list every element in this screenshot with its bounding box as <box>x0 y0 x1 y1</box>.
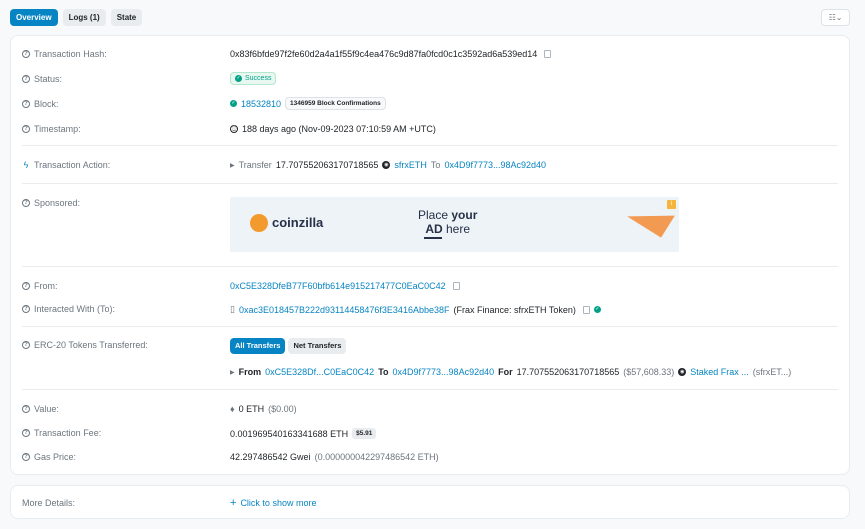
action-token-link[interactable]: sfrxETH <box>394 160 427 170</box>
transaction-hash-value: 0x83f6bfde97f2fe60d2a4a1f55f9c4ea476c9d8… <box>230 49 538 59</box>
label-transaction-hash: Transaction Hash: <box>34 49 107 59</box>
caret-right-icon: ▶ <box>230 369 235 376</box>
transfer-token-link[interactable]: Staked Frax ... <box>690 367 749 377</box>
token-logo-icon: ◉ <box>678 368 687 376</box>
help-icon[interactable]: ? <box>22 341 30 349</box>
check-circle-icon: ✓ <box>235 75 242 82</box>
show-more-text[interactable]: Click to show more <box>240 498 316 508</box>
help-icon[interactable]: ? <box>22 100 30 108</box>
action-to-address-link[interactable]: 0x4D9f7773...98Ac92d40 <box>444 160 546 170</box>
tab-state[interactable]: State <box>110 9 143 26</box>
all-transfers-tab[interactable]: All Transfers <box>230 338 286 354</box>
help-icon[interactable]: ? <box>22 199 30 207</box>
label-erc20-transfers: ERC-20 Tokens Transferred: <box>34 340 148 350</box>
divider <box>22 183 838 184</box>
caret-right-icon: ▶ <box>230 162 235 169</box>
fee-value: 0.001969540163341688 ETH <box>230 428 349 439</box>
divider <box>22 389 838 390</box>
tab-logs[interactable]: Logs (1) <box>62 9 106 26</box>
label-value: Value: <box>34 404 59 414</box>
verified-check-icon: ✓ <box>593 306 601 313</box>
transfer-usd-value: ($57,608.33) <box>623 367 675 377</box>
action-type: Transfer <box>238 160 272 170</box>
gas-price-eth: (0.000000042297486542 ETH) <box>314 452 439 462</box>
label-more-details: More Details: <box>22 498 76 508</box>
help-icon[interactable]: ? <box>22 405 30 413</box>
divider <box>22 326 838 327</box>
transfer-to-address-link[interactable]: 0x4D9f7773...98Ac92d40 <box>393 367 495 377</box>
copy-icon[interactable] <box>544 50 552 58</box>
status-value: Success <box>245 75 272 82</box>
transfer-for-word: For <box>498 367 513 377</box>
list-view-icon: ☷⌄ <box>828 13 843 22</box>
help-icon[interactable]: ? <box>22 453 30 461</box>
status-badge: ✓ Success <box>230 72 277 85</box>
gas-price-value: 42.297486542 Gwei <box>230 452 311 462</box>
transaction-overview-card: ? Transaction Hash: 0x83f6bfde97f2fe60d2a… <box>10 35 850 475</box>
from-address-link[interactable]: 0xC5E328DfeB77F60bfb614e915217477C0EaC0C… <box>230 281 446 291</box>
help-icon[interactable]: ? <box>22 305 30 313</box>
label-transaction-action: Transaction Action: <box>34 160 111 170</box>
label-from: From: <box>34 281 58 291</box>
ad-info-icon[interactable]: i <box>667 200 676 209</box>
action-amount: 17.707552063170718565 <box>275 160 379 170</box>
confirmations-badge: 1346959 Block Confirmations <box>285 97 386 110</box>
copy-icon[interactable] <box>582 305 590 314</box>
label-timestamp: Timestamp: <box>34 124 81 134</box>
help-icon[interactable]: ? <box>22 50 30 58</box>
copy-icon[interactable] <box>452 282 460 290</box>
fee-usd-badge: $5.91 <box>352 428 377 439</box>
ad-headline: Place your AD here <box>418 208 478 236</box>
ad-underline <box>424 237 442 239</box>
transfer-token-symbol: (sfrxET...) <box>752 367 792 377</box>
interacted-contract-name: (Frax Finance: sfrxETH Token) <box>453 304 576 315</box>
coinzilla-logo-icon <box>250 214 268 232</box>
transfer-amount: 17.707552063170718565 <box>516 367 620 377</box>
help-icon[interactable]: ? <box>22 75 30 83</box>
lightning-icon: ϟ <box>23 160 29 170</box>
more-details-card: More Details: + Click to show more <box>10 485 850 519</box>
tab-bar: Overview Logs (1) State <box>10 9 143 26</box>
list-view-toggle-button[interactable]: ☷⌄ <box>821 9 850 26</box>
net-transfers-tab[interactable]: Net Transfers <box>288 338 347 354</box>
transfer-from-word: From <box>238 367 262 377</box>
block-number-link[interactable]: 18532810 <box>241 99 281 109</box>
label-status: Status: <box>34 74 63 84</box>
label-block: Block: <box>34 99 59 109</box>
divider <box>22 145 838 146</box>
plus-icon: + <box>230 496 237 509</box>
value-usd: ($0.00) <box>268 404 297 414</box>
eth-icon: ♦ <box>230 404 235 414</box>
transfer-from-address-link[interactable]: 0xC5E328Df...C0EaC0C42 <box>265 367 374 377</box>
label-sponsored: Sponsored: <box>34 198 81 208</box>
help-icon[interactable]: ? <box>22 282 30 290</box>
label-gas-price: Gas Price: <box>34 452 77 462</box>
interacted-address-link[interactable]: 0xac3E018457B222d93114458476f3E3416Abbe3… <box>239 305 450 315</box>
help-icon[interactable]: ? <box>22 125 30 133</box>
value-eth: 0 ETH <box>238 404 265 414</box>
divider <box>22 266 838 267</box>
contract-file-icon: ▯ <box>230 304 235 314</box>
label-transaction-fee: Transaction Fee: <box>34 428 102 438</box>
check-circle-icon: ✓ <box>230 100 237 107</box>
show-more-link[interactable]: + Click to show more <box>230 496 316 509</box>
token-logo-icon: ◉ <box>382 161 391 169</box>
label-interacted-with: Interacted With (To): <box>34 304 116 314</box>
sponsored-ad-banner[interactable]: coinzilla Place your AD here i <box>230 197 679 252</box>
help-icon[interactable]: ? <box>22 429 30 437</box>
action-to-word: To <box>430 160 441 170</box>
clock-icon: ⌚ <box>230 125 238 133</box>
tab-overview[interactable]: Overview <box>10 9 58 26</box>
ad-brand: coinzilla <box>272 215 324 230</box>
timestamp-value: 188 days ago (Nov-09-2023 07:10:59 AM +U… <box>242 124 436 134</box>
transfer-to-word: To <box>378 367 389 377</box>
